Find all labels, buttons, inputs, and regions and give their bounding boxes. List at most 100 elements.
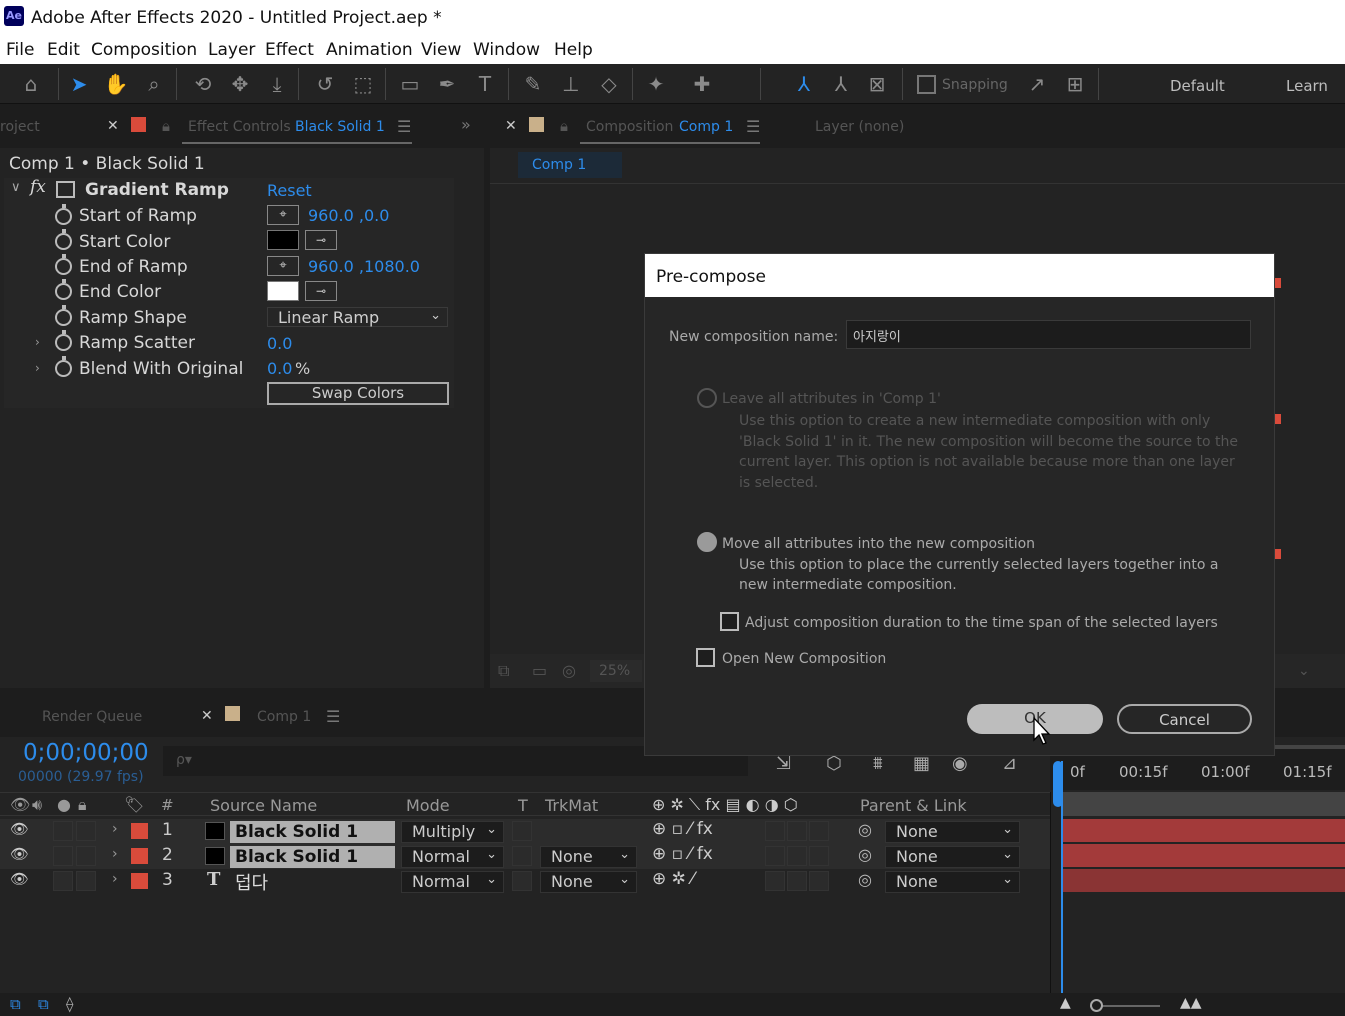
menu-composition[interactable]: Composition bbox=[91, 40, 197, 60]
pan-behind-icon[interactable]: ⬚ bbox=[350, 72, 376, 96]
parent-dropdown[interactable]: None ⌄ bbox=[885, 871, 1020, 893]
layer-duration-bar[interactable] bbox=[1063, 869, 1345, 892]
layer-duration-bar[interactable] bbox=[1063, 819, 1345, 842]
graph-editor-icon[interactable]: ⊿ bbox=[1002, 753, 1017, 774]
layer-switches[interactable]: ⊕ ✲ ⁄ bbox=[652, 869, 694, 889]
column-source-name[interactable]: Source Name bbox=[210, 796, 317, 815]
prop-value[interactable]: 0.0 bbox=[267, 359, 292, 378]
composition-target[interactable]: Comp 1 bbox=[679, 119, 733, 135]
puppet-pin-icon[interactable]: ✚ bbox=[689, 72, 715, 96]
eye-icon[interactable]: 👁︎ bbox=[10, 870, 29, 888]
stopwatch-icon[interactable] bbox=[55, 305, 72, 326]
pen-tool-icon[interactable]: ✒ bbox=[434, 72, 460, 96]
menu-window[interactable]: Window bbox=[473, 40, 540, 60]
audio-toggle[interactable] bbox=[53, 871, 73, 891]
expand-chevron-icon[interactable]: › bbox=[112, 846, 118, 862]
rotation-tool-icon[interactable]: ↺ bbox=[312, 72, 338, 96]
monitor-icon[interactable]: ▭ bbox=[532, 661, 547, 680]
panel-menu-icon[interactable]: ☰ bbox=[397, 117, 411, 136]
layer-name[interactable]: 덥다 bbox=[235, 869, 268, 895]
trkmat-dropdown[interactable]: None ⌄ bbox=[540, 871, 637, 893]
parent-dropdown[interactable]: None ⌄ bbox=[885, 821, 1020, 843]
open-new-composition-checkbox[interactable] bbox=[696, 648, 715, 667]
label-tag-icon[interactable]: 🏷︎ bbox=[124, 795, 144, 814]
composition-name-input[interactable]: 아지랑이 bbox=[846, 320, 1251, 349]
solo-toggle[interactable] bbox=[76, 821, 96, 841]
frame-blending-icon[interactable]: ▦ bbox=[913, 753, 930, 774]
table-row[interactable]: 👁︎ › 1 Black Solid 1 Multiply ⌄ ⊕ ▫ ⁄ fx … bbox=[0, 819, 1050, 844]
workspace-learn[interactable]: Learn bbox=[1286, 77, 1328, 95]
in-out-toggle-icon[interactable]: ⟠ bbox=[66, 995, 73, 1013]
layer-name[interactable]: Black Solid 1 bbox=[230, 821, 395, 843]
zoom-out-icon[interactable]: ▲ bbox=[1060, 995, 1071, 1011]
reset-button[interactable]: Reset bbox=[267, 181, 312, 200]
swap-colors-button[interactable]: Swap Colors bbox=[267, 382, 449, 405]
menu-edit[interactable]: Edit bbox=[47, 40, 80, 60]
table-row[interactable]: 👁︎ › 2 Black Solid 1 Normal ⌄ None ⌄ ⊕ ▫ ⁄… bbox=[0, 844, 1050, 869]
rotate-orbit-icon[interactable]: ⟲ bbox=[190, 72, 216, 96]
layer-label-color[interactable] bbox=[131, 823, 148, 839]
world-axis-icon[interactable]: ⅄ bbox=[828, 72, 854, 96]
blend-mode-dropdown[interactable]: Normal ⌄ bbox=[401, 871, 504, 893]
eye-icon[interactable]: 👁︎ bbox=[10, 795, 30, 814]
stopwatch-icon[interactable] bbox=[55, 204, 72, 225]
close-tab-icon[interactable]: ✕ bbox=[107, 118, 119, 134]
zoom-tool-icon[interactable]: ⌕ bbox=[141, 72, 167, 96]
point-target-icon[interactable]: ⌖ bbox=[267, 205, 299, 225]
local-axis-icon[interactable]: ⅄ bbox=[791, 72, 817, 96]
dolly-tool-icon[interactable]: ⤓ bbox=[264, 72, 290, 96]
stopwatch-icon[interactable] bbox=[55, 254, 72, 275]
snap-grid-icon[interactable]: ⊞ bbox=[1062, 72, 1088, 96]
zoom-slider-handle[interactable] bbox=[1090, 999, 1103, 1012]
blend-mode-dropdown[interactable]: Normal ⌄ bbox=[401, 846, 504, 868]
stopwatch-icon[interactable] bbox=[55, 330, 72, 351]
switch-box[interactable] bbox=[787, 871, 807, 891]
start-color-swatch[interactable] bbox=[267, 230, 299, 250]
shy-layers-icon[interactable]: ⩩ bbox=[873, 753, 883, 774]
tab-comp[interactable]: Comp 1 bbox=[257, 709, 311, 725]
stopwatch-icon[interactable] bbox=[55, 279, 72, 300]
cancel-button[interactable]: Cancel bbox=[1117, 704, 1252, 734]
home-icon[interactable]: ⌂ bbox=[18, 72, 44, 96]
expand-chevron-icon[interactable]: › bbox=[35, 361, 40, 375]
menu-effect[interactable]: Effect bbox=[265, 40, 314, 60]
clone-stamp-icon[interactable]: ⊥ bbox=[558, 72, 584, 96]
prop-value[interactable]: 960.0 ,1080.0 bbox=[308, 257, 420, 276]
layer-label-color[interactable] bbox=[131, 873, 148, 889]
expand-panels-icon[interactable]: » bbox=[461, 115, 471, 134]
eyedropper-icon[interactable]: ⊸ bbox=[305, 230, 337, 250]
switch-box[interactable] bbox=[787, 821, 807, 841]
menu-view[interactable]: View bbox=[421, 40, 461, 60]
end-color-swatch[interactable] bbox=[267, 281, 299, 301]
menu-help[interactable]: Help bbox=[554, 40, 593, 60]
layer-switches[interactable]: ⊕ ▫ ⁄ fx bbox=[652, 844, 713, 864]
stopwatch-icon[interactable] bbox=[55, 356, 72, 377]
audio-toggle[interactable] bbox=[53, 846, 73, 866]
workspace-default[interactable]: Default bbox=[1170, 77, 1225, 95]
blend-mode-dropdown[interactable]: Multiply ⌄ bbox=[401, 821, 504, 843]
preserve-transparency-toggle[interactable] bbox=[512, 846, 532, 866]
panel-menu-icon[interactable]: ☰ bbox=[746, 117, 760, 136]
mask-icon[interactable]: ◎ bbox=[562, 661, 576, 680]
leave-attributes-radio[interactable] bbox=[697, 388, 717, 408]
pickwhip-icon[interactable]: ◎ bbox=[858, 845, 872, 864]
trkmat-dropdown[interactable]: None ⌄ bbox=[540, 846, 637, 868]
roto-brush-icon[interactable]: ✦ bbox=[643, 72, 669, 96]
expand-chevron-icon[interactable]: › bbox=[35, 335, 40, 349]
move-attributes-radio[interactable] bbox=[697, 532, 717, 552]
switch-box[interactable] bbox=[809, 871, 829, 891]
layer-label-color[interactable] bbox=[131, 848, 148, 864]
tab-project[interactable]: roject bbox=[0, 119, 40, 135]
lock-icon[interactable]: 🔒︎ bbox=[560, 117, 568, 135]
snapshot-icon[interactable]: ⧉ bbox=[498, 661, 509, 681]
zoom-level[interactable]: 25% bbox=[590, 660, 642, 682]
panel-menu-icon[interactable]: ☰ bbox=[326, 707, 340, 726]
zoom-in-icon[interactable]: ▲▲ bbox=[1180, 995, 1202, 1011]
solo-icon[interactable]: ● bbox=[57, 795, 71, 814]
current-timecode[interactable]: 0;00;00;00 bbox=[23, 740, 149, 766]
point-target-icon[interactable]: ⌖ bbox=[267, 256, 299, 276]
eraser-tool-icon[interactable]: ◇ bbox=[596, 72, 622, 96]
table-row[interactable]: 👁︎ › 3 T 덥다 Normal ⌄ None ⌄ ⊕ ✲ ⁄ ◎ None ⌄ bbox=[0, 869, 1050, 894]
tab-effect-controls[interactable]: Effect Controls bbox=[188, 119, 291, 135]
ramp-shape-dropdown[interactable]: Linear Ramp ⌄ bbox=[267, 307, 448, 327]
